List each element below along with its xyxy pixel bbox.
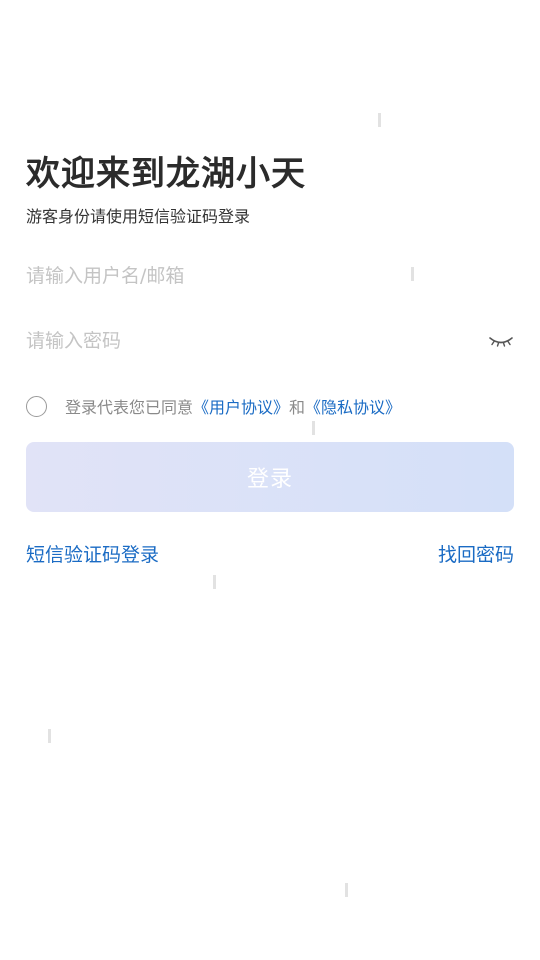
decorative-tick <box>411 267 414 281</box>
decorative-tick <box>213 575 216 589</box>
decorative-tick <box>312 421 315 435</box>
agreement-row: 登录代表您已同意 《用户协议》 和 《隐私协议》 <box>26 393 401 419</box>
username-input[interactable] <box>26 256 514 296</box>
page-subtitle: 游客身份请使用短信验证码登录 <box>26 207 251 226</box>
decorative-tick <box>378 113 381 127</box>
user-agreement-link[interactable]: 《用户协议》 <box>193 394 289 418</box>
forgot-password-link[interactable]: 找回密码 <box>438 540 514 567</box>
privacy-policy-link[interactable]: 《隐私协议》 <box>305 394 401 418</box>
page-title: 欢迎来到龙湖小天 <box>26 154 306 194</box>
password-field-container <box>26 321 514 361</box>
decorative-tick <box>48 729 51 743</box>
login-button[interactable]: 登录 <box>26 442 514 512</box>
agreement-conjunction: 和 <box>289 398 306 417</box>
password-input[interactable] <box>26 321 514 361</box>
agreement-checkbox[interactable] <box>26 395 47 417</box>
agreement-prefix: 登录代表您已同意 <box>65 398 194 417</box>
username-field-container <box>26 256 514 296</box>
eye-closed-icon[interactable] <box>488 331 514 351</box>
login-button-label: 登录 <box>246 467 293 492</box>
sms-login-link[interactable]: 短信验证码登录 <box>26 540 159 567</box>
decorative-tick <box>345 883 348 897</box>
